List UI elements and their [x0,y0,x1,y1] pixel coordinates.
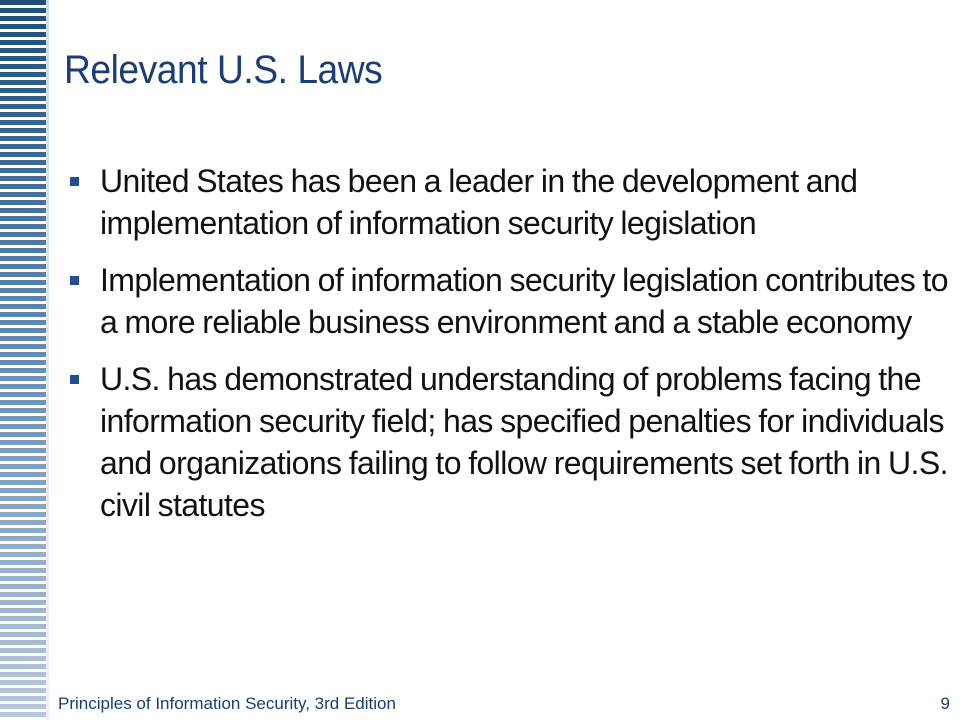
slide-title: Relevant U.S. Laws [64,48,383,92]
footer-book-title: Principles of Information Security, 3rd … [58,694,396,713]
bullet-item: United States has been a leader in the d… [66,160,956,244]
square-bullet-icon [70,276,79,285]
decorative-stripe-bar [0,0,46,720]
bullet-list: United States has been a leader in the d… [66,160,956,541]
bullet-item: U.S. has demonstrated understanding of p… [66,358,956,526]
square-bullet-icon [70,375,79,384]
stripe-edge [46,0,49,720]
bullet-text: United States has been a leader in the d… [100,163,858,241]
square-bullet-icon [70,177,79,186]
bullet-item: Implementation of information security l… [66,259,956,343]
bullet-text: Implementation of information security l… [100,262,949,340]
page-number: 9 [940,694,950,713]
bullet-text: U.S. has demonstrated understanding of p… [100,361,948,523]
